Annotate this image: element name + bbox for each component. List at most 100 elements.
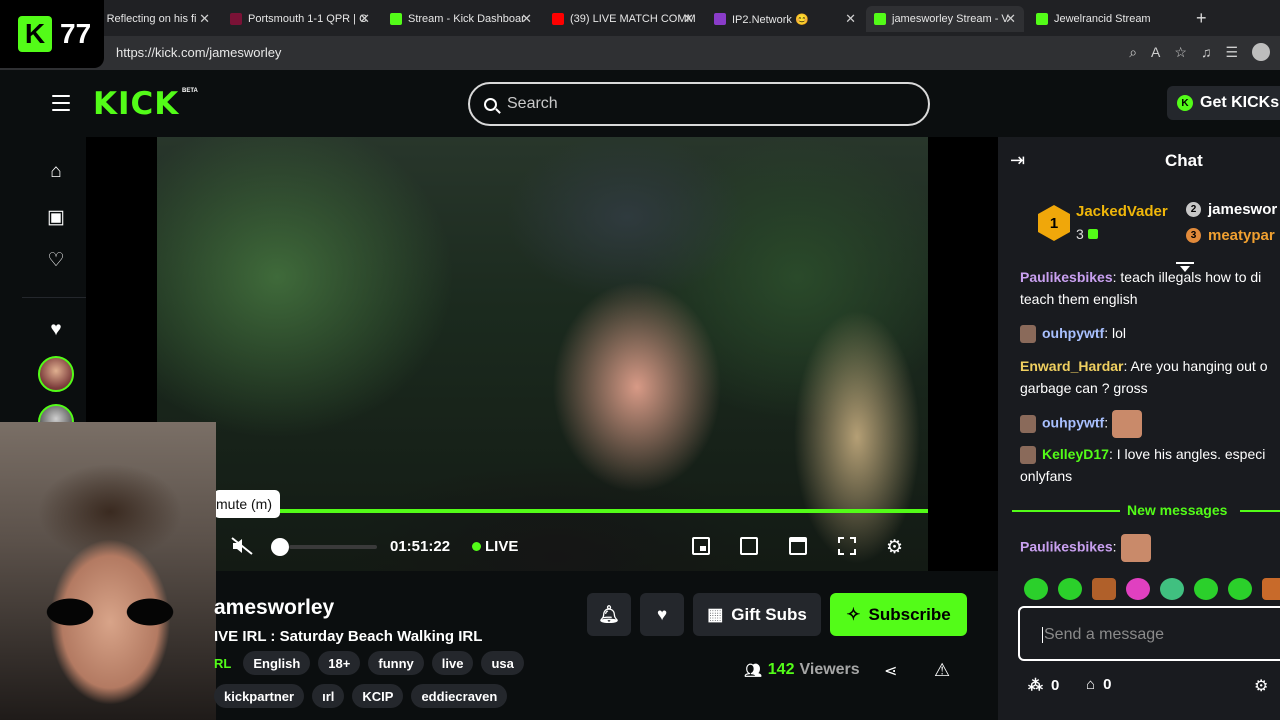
emote-icon[interactable] <box>1160 578 1184 600</box>
pinned-expand-icon[interactable] <box>1176 262 1194 264</box>
chat-username[interactable]: ouhpywtf <box>1042 415 1104 431</box>
emote-icon[interactable] <box>1092 578 1116 600</box>
get-kicks-button[interactable]: K Get KICKs <box>1167 86 1280 120</box>
browser-tab-active[interactable]: jamesworley Stream - V ✕ <box>866 6 1024 32</box>
volume-slider-track[interactable] <box>289 545 377 549</box>
read-aloud-icon[interactable]: A <box>1151 44 1160 60</box>
youtube-favicon-icon <box>552 13 564 25</box>
browser-tab[interactable]: (39) LIVE MATCH COMM ✕ <box>544 6 702 32</box>
browser-tab[interactable]: Portsmouth 1-1 QPR | C ✕ <box>222 6 378 32</box>
new-tab-button[interactable]: + <box>1196 8 1207 29</box>
settings-gear-icon[interactable]: ⚙ <box>886 536 903 559</box>
bell-icon: 🔔︎ <box>598 604 620 624</box>
user-avatar <box>1020 325 1036 344</box>
mini-player-icon[interactable] <box>692 537 710 555</box>
stream-title: IVE IRL : Saturday Beach Walking IRL <box>214 628 483 645</box>
share-icon[interactable]: ⋖ <box>884 661 897 681</box>
chat-message: KelleyD17: I love his angles. especi onl… <box>1020 443 1280 487</box>
browser-tab[interactable]: Stream - Kick Dashboar ✕ <box>382 6 540 32</box>
top-gifter-name[interactable]: JackedVader <box>1076 203 1168 220</box>
chat-message: Paulikesbikes: teach illegals how to di … <box>1020 270 1280 310</box>
menu-icon[interactable] <box>52 95 70 111</box>
profile-avatar[interactable] <box>1252 43 1270 61</box>
url-field[interactable]: https://kick.com/jamesworley <box>116 45 281 60</box>
collapse-chat-icon[interactable]: ⇥ <box>1010 150 1025 171</box>
store-value: 0 <box>1103 676 1112 693</box>
fullscreen-icon[interactable] <box>838 537 856 555</box>
chat-colon: : <box>1104 325 1112 341</box>
chat-text-continued: onlyfans <box>1020 468 1073 484</box>
emote-icon[interactable] <box>1262 578 1280 600</box>
favorites-list-icon[interactable]: ☰ <box>1225 44 1238 61</box>
follow-heart-button[interactable]: ♥ <box>640 593 684 636</box>
chat-text: lol <box>1112 325 1127 341</box>
tag[interactable]: live <box>431 651 474 675</box>
channel-name[interactable]: amesworley <box>214 596 334 620</box>
chat-message: ouhpywtf: lol <box>1020 322 1280 344</box>
close-tab-icon[interactable]: ✕ <box>1005 11 1016 27</box>
zoom-icon[interactable]: ⌕ <box>1129 44 1137 61</box>
search-input[interactable]: Search <box>468 82 930 126</box>
chat-input[interactable]: Send a message <box>1018 606 1280 661</box>
get-kicks-label: Get KICKs <box>1200 94 1280 111</box>
emote-icon[interactable] <box>1126 578 1150 600</box>
chat-username[interactable]: KelleyD17 <box>1042 446 1109 462</box>
overlay-number: 77 <box>60 18 92 49</box>
viewer-count: 👥︎ 142 Viewers <box>744 661 860 679</box>
close-tab-icon[interactable]: ✕ <box>521 11 532 27</box>
channel-store[interactable]: ⌂ 0 <box>1086 676 1111 693</box>
emote-icon[interactable] <box>1058 578 1082 600</box>
following-icon[interactable]: ♡ <box>44 249 68 272</box>
playback-progress-bar[interactable] <box>215 509 928 513</box>
close-tab-icon[interactable]: ✕ <box>683 11 694 27</box>
browser-tab[interactable]: IP2.Network 😊 ✕ <box>706 6 864 32</box>
chat-username[interactable]: Paulikesbikes <box>1020 270 1113 285</box>
chat-username[interactable]: Enward_Hardar <box>1020 358 1123 374</box>
mute-icon[interactable] <box>230 536 254 556</box>
subscribe-button[interactable]: ✧ Subscribe <box>830 593 967 636</box>
favorite-star-icon[interactable]: ☆ <box>1174 44 1187 61</box>
report-warning-icon[interactable]: ⚠ <box>934 660 950 681</box>
channel-points[interactable]: ⁂ 0 <box>1028 676 1059 695</box>
new-messages-divider[interactable]: New messages <box>1012 500 1280 520</box>
top-gifter-count: 3 <box>1076 226 1098 242</box>
browser-tab[interactable]: Jewelrancid Stream <box>1028 6 1176 32</box>
theater-mode-icon[interactable] <box>789 537 807 555</box>
chat-username[interactable]: Paulikesbikes <box>1020 539 1113 555</box>
chat-username[interactable]: ouhpywtf <box>1042 325 1104 341</box>
tag[interactable]: ırl <box>312 684 345 708</box>
browse-icon[interactable]: ▣ <box>44 206 68 229</box>
user-avatar <box>1020 446 1036 465</box>
chat-settings-icon[interactable]: ⚙ <box>1254 676 1268 696</box>
tag[interactable]: usa <box>481 651 524 675</box>
gift-subs-button[interactable]: ▦ Gift Subs <box>693 593 821 636</box>
close-tab-icon[interactable]: ✕ <box>199 11 210 27</box>
kick-k-logo-icon: K <box>18 16 52 52</box>
chat-messages: Paulikesbikes: teach illegals how to di … <box>1020 270 1280 570</box>
emote-icon[interactable] <box>1194 578 1218 600</box>
emote-icon[interactable] <box>1228 578 1252 600</box>
extensions-icon[interactable]: ♫ <box>1201 44 1212 60</box>
close-tab-icon[interactable]: ✕ <box>359 11 370 27</box>
favorites-icon[interactable]: ♥ <box>44 319 68 341</box>
mute-tooltip: mute (m) <box>214 490 280 518</box>
followed-channel-avatar[interactable] <box>38 356 74 392</box>
close-tab-icon[interactable]: ✕ <box>845 11 856 27</box>
gifter-name[interactable]: jameswor <box>1208 201 1277 218</box>
tag[interactable]: kickpartner <box>214 684 305 708</box>
home-icon[interactable]: ⌂ <box>44 161 68 183</box>
tag[interactable]: English <box>243 651 311 675</box>
notifications-bell-button[interactable]: 🔔︎ <box>587 593 631 636</box>
kick-logo[interactable]: KICK <box>93 86 179 122</box>
tag[interactable]: eddiecraven <box>411 684 508 708</box>
tag[interactable]: 18+ <box>318 651 361 675</box>
category-link[interactable]: RL <box>214 651 235 675</box>
gift-icon: ▦ <box>707 604 724 624</box>
volume-slider-handle[interactable] <box>271 538 289 556</box>
emote-icon[interactable] <box>1024 578 1048 600</box>
tag[interactable]: KCIP <box>352 684 404 708</box>
tag[interactable]: funny <box>368 651 424 675</box>
clip-icon[interactable] <box>740 537 758 555</box>
gifter-name[interactable]: meatypar <box>1208 227 1275 244</box>
kick-favicon-icon <box>1036 13 1048 25</box>
